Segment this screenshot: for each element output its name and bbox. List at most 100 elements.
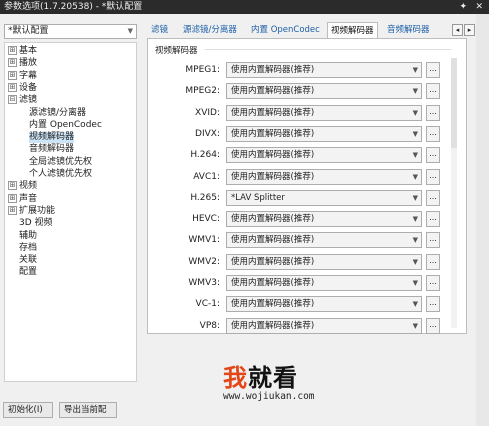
tree-item-label: 配置 xyxy=(19,267,38,278)
decoder-select[interactable]: 使用内置解码器(推荐) ▼ xyxy=(226,62,422,78)
decoder-options-button[interactable]: ... xyxy=(426,317,440,334)
chevron-down-icon: ▼ xyxy=(412,66,418,74)
tree-item[interactable]: 内置 OpenCodec xyxy=(29,120,102,131)
decoder-select[interactable]: 使用内置解码器(推荐) ▼ xyxy=(226,147,422,164)
decoder-value: 使用内置解码器(推荐) xyxy=(231,320,315,331)
decoder-options-button[interactable]: ... xyxy=(426,62,440,78)
decoder-select[interactable]: *LAV Splitter ▼ xyxy=(226,189,422,206)
close-icon[interactable]: ✕ xyxy=(475,0,483,14)
tree-item[interactable]: 视频解码器 xyxy=(29,132,75,144)
title-bar: 参数选项(1.7.20538) - *默认配置 ✦ ✕ xyxy=(0,0,489,14)
tree-item[interactable]: 辅助 xyxy=(8,231,37,242)
tab-item[interactable]: 音频解码器 xyxy=(387,22,430,38)
decoder-options-button[interactable]: ... xyxy=(426,125,440,142)
decoder-select[interactable]: 使用内置解码器(推荐) ▼ xyxy=(226,104,422,121)
decoder-options-button[interactable]: ... xyxy=(426,168,440,185)
decoder-options-button[interactable]: ... xyxy=(426,275,440,291)
chevron-down-icon: ▼ xyxy=(412,236,418,245)
decoder-options-button[interactable]: ... xyxy=(426,83,440,100)
decoder-value: 使用内置解码器(推荐) xyxy=(231,150,315,161)
decoder-label: WMV3: xyxy=(188,278,220,288)
decoder-options-button[interactable]: ... xyxy=(426,189,440,206)
tree-item-label: 视频解码器 xyxy=(29,132,75,143)
group-title: 视频解码器 xyxy=(155,46,198,56)
tree-item[interactable]: 3D 视频 xyxy=(8,218,53,229)
tree-item[interactable]: ⊞ 声音 xyxy=(8,193,38,205)
chevron-down-icon: ▼ xyxy=(412,193,418,202)
tree-item[interactable]: ⊞ 设备 xyxy=(8,82,38,94)
tree-item-label: 辅助 xyxy=(19,230,38,241)
decoder-value: 使用内置解码器(推荐) xyxy=(231,278,315,288)
tab-scroll-left-icon[interactable]: ◂ xyxy=(452,24,463,36)
panel-scrollbar[interactable] xyxy=(451,58,457,328)
decoder-options-button[interactable]: ... xyxy=(426,232,440,249)
tab-item[interactable]: 视频解码器 xyxy=(327,22,378,38)
decoder-label: MPEG1: xyxy=(185,65,220,75)
tree-item[interactable]: ⊞ 视频 xyxy=(8,181,37,192)
decoder-options-button[interactable]: ... xyxy=(426,104,440,121)
expand-icon[interactable]: ⊞ xyxy=(8,46,17,55)
expand-icon[interactable]: ⊞ xyxy=(8,82,17,92)
decoder-value: 使用内置解码器(推荐) xyxy=(231,256,315,267)
decoder-value: *LAV Splitter xyxy=(231,192,285,203)
tab-item[interactable]: 内置 OpenCodec xyxy=(251,22,320,38)
chevron-down-icon: ▼ xyxy=(412,321,418,330)
preset-select[interactable]: *默认配置 ▼ xyxy=(4,24,137,39)
tree-item[interactable]: 存档 xyxy=(8,243,37,254)
expand-icon[interactable]: ⊞ xyxy=(8,181,17,191)
decoder-options-button[interactable]: ... xyxy=(426,211,440,228)
tree-item[interactable]: ⊟ 滤镜 xyxy=(8,95,37,106)
decoder-select[interactable]: 使用内置解码器(推荐) ▼ xyxy=(226,317,422,334)
decoder-select[interactable]: 使用内置解码器(推荐) ▼ xyxy=(226,125,422,142)
decoder-select[interactable]: 使用内置解码器(推荐) ▼ xyxy=(226,211,422,228)
export-button[interactable]: 导出当前配 xyxy=(59,402,117,418)
decoder-value: 使用内置解码器(推荐) xyxy=(231,214,315,225)
tree-item[interactable]: ⊞ 基本 xyxy=(8,46,37,57)
settings-tree: ⊞ 基本 ⊞ 播放 ⊞ 字幕 ⊞ 设备 ⊟ 滤镜 源滤镜/分离器 内置 OpenCodec 视频解码器音… xyxy=(4,42,137,382)
pin-icon[interactable]: ✦ xyxy=(459,0,467,14)
expand-icon[interactable]: ⊞ xyxy=(8,205,17,215)
tree-item[interactable]: 配置 xyxy=(8,267,37,278)
decoder-value: 使用内置解码器(推荐) xyxy=(231,65,315,75)
tree-item[interactable]: ⊞ 播放 xyxy=(8,58,37,69)
tree-item[interactable]: 全局滤镜优先权 xyxy=(29,157,92,168)
collapse-icon[interactable]: ⊟ xyxy=(8,95,17,105)
init-button[interactable]: 初始化(I) xyxy=(3,402,53,418)
expand-icon[interactable]: ⊞ xyxy=(8,193,17,203)
decoder-value: 使用内置解码器(推荐) xyxy=(231,299,315,310)
tab-item[interactable]: 滤镜 xyxy=(151,22,168,38)
tab-scroll-right-icon[interactable]: ▸ xyxy=(464,24,475,36)
tree-item[interactable]: 源滤镜/分离器 xyxy=(29,108,86,119)
decoder-options-button[interactable]: ... xyxy=(426,253,440,270)
chevron-down-icon: ▼ xyxy=(127,27,133,35)
decoder-select[interactable]: 使用内置解码器(推荐) ▼ xyxy=(226,253,422,270)
tree-item-label: 字幕 xyxy=(19,70,38,81)
tab-item[interactable]: 源滤镜/分离器 xyxy=(183,22,237,38)
chevron-down-icon: ▼ xyxy=(412,172,418,181)
window-edge xyxy=(476,14,489,426)
tree-item-label: 播放 xyxy=(19,58,38,69)
tree-item-label: 3D 视频 xyxy=(19,218,53,229)
decoder-select[interactable]: 使用内置解码器(推荐) ▼ xyxy=(226,168,422,185)
decoder-label: AVC1: xyxy=(193,171,220,182)
tree-item[interactable]: ⊞ 字幕 xyxy=(8,70,38,82)
tree-item-label: 视频 xyxy=(19,181,38,192)
chevron-down-icon: ▼ xyxy=(412,300,418,309)
tree-item[interactable]: 关联 xyxy=(8,255,37,266)
decoder-options-button[interactable]: ... xyxy=(426,147,440,164)
expand-icon[interactable]: ⊞ xyxy=(8,70,17,80)
decoder-options-button[interactable]: ... xyxy=(426,296,440,313)
tree-item-label: 声音 xyxy=(19,193,38,204)
decoder-select[interactable]: 使用内置解码器(推荐) ▼ xyxy=(226,232,422,249)
decoder-select[interactable]: 使用内置解码器(推荐) ▼ xyxy=(226,296,422,313)
decoder-select[interactable]: 使用内置解码器(推荐) ▼ xyxy=(226,83,422,100)
tree-item[interactable]: 音频解码器 xyxy=(29,144,74,155)
decoder-label: XVID: xyxy=(195,107,220,118)
chevron-down-icon: ▼ xyxy=(412,151,418,160)
expand-icon[interactable]: ⊞ xyxy=(8,58,17,68)
scrollbar-thumb[interactable] xyxy=(451,58,457,148)
decoder-select[interactable]: 使用内置解码器(推荐) ▼ xyxy=(226,275,422,291)
tree-item-label: 设备 xyxy=(19,82,38,93)
tree-item[interactable]: 个人滤镜优先权 xyxy=(29,169,92,180)
tree-item[interactable]: ⊞ 扩展功能 xyxy=(8,205,55,217)
